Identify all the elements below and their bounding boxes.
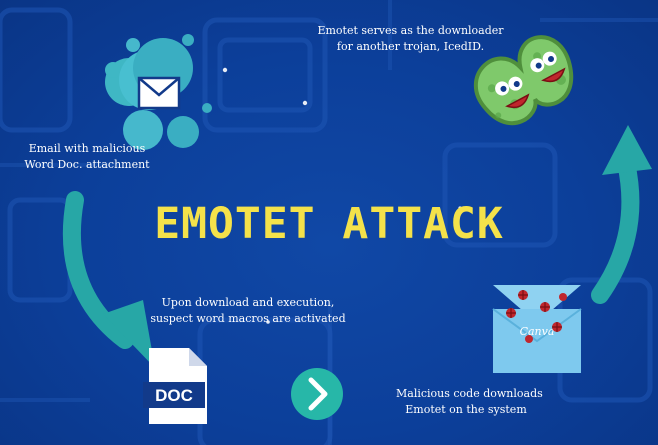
doc-file-label: DOC — [155, 386, 193, 405]
step-macro-label-line-2: suspect word macros are activated — [150, 312, 346, 325]
chevron-right-icon[interactable] — [289, 366, 345, 422]
step-email-label-line-2: Word Doc. attachment — [24, 158, 150, 171]
arrow-up-icon — [591, 125, 652, 304]
infographic: Email with malicious Word Doc. attachmen… — [0, 0, 658, 445]
step-download-label-line-2: Emotet on the system — [405, 403, 527, 416]
bacteria-icon — [473, 35, 574, 126]
step-download-label-line-1: Malicious code downloads — [396, 387, 543, 400]
step-download-label: Malicious code downloads Emotet on the s… — [396, 386, 543, 418]
step-email-label-line-1: Email with malicious — [28, 142, 146, 155]
step-macro-label: Upon download and execution, suspect wor… — [148, 295, 348, 327]
step-email-label: Email with malicious Word Doc. attachmen… — [22, 141, 152, 173]
step-macro-label-line-1: Upon download and execution, — [161, 296, 335, 309]
infected-envelope-icon: Canva — [492, 285, 582, 373]
envelope-watermark: Canva — [520, 325, 555, 338]
doc-file-icon: DOC — [143, 348, 207, 424]
